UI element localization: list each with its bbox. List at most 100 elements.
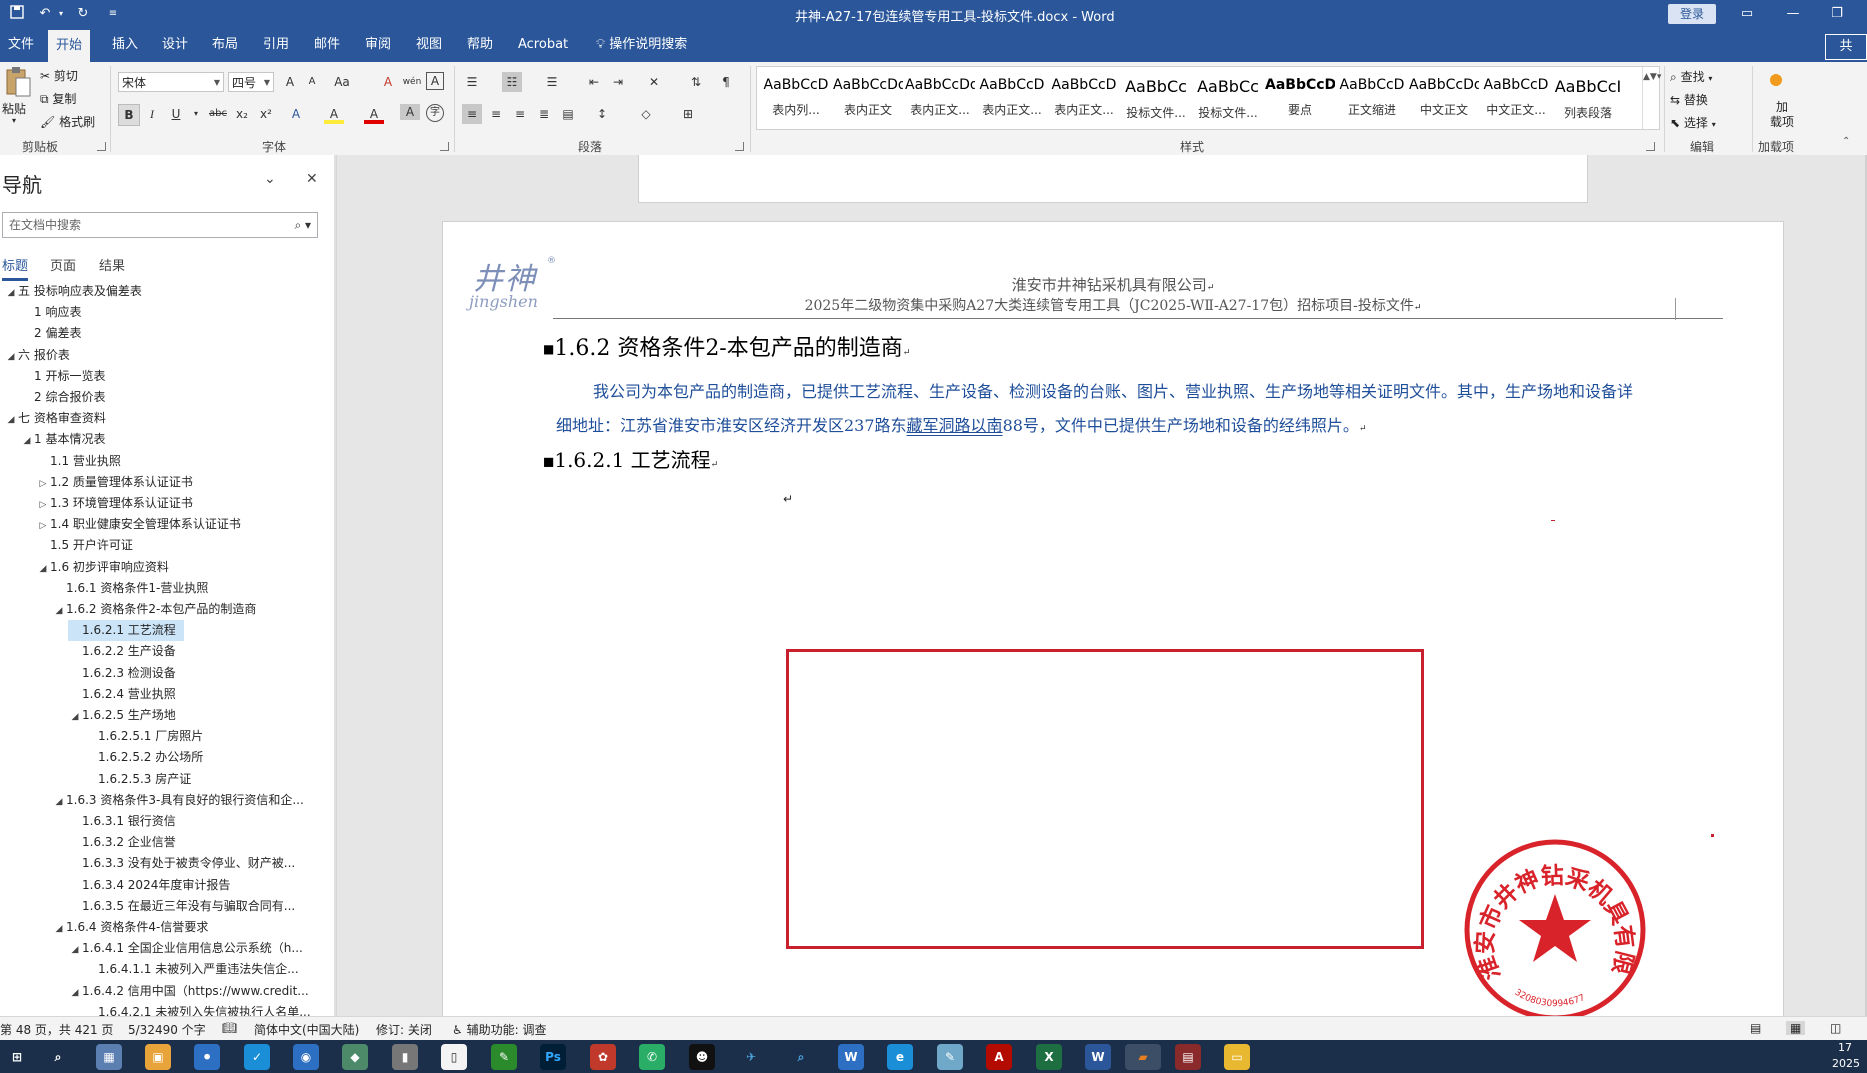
tab-headings[interactable]: 标题 [2,255,29,281]
phonetic-guide-icon[interactable]: wén [402,72,422,92]
tab-results[interactable]: 结果 [99,255,125,274]
expand-toggle-icon[interactable]: ◢ [68,983,82,1004]
styles-gallery-scroll[interactable]: ▲▼▾ [1642,67,1661,129]
character-shading-icon[interactable]: A [400,104,420,120]
tab-home[interactable]: 开始 [48,30,91,62]
nav-heading-item[interactable]: 1.6.3.1 银行资信 [68,811,176,832]
font-size-combo[interactable]: 四号 ▼ [228,72,274,92]
align-right-icon[interactable]: ≡ [510,104,530,124]
nav-heading-item[interactable]: ◢ 1.6.2 资格条件2-本包产品的制造商 [52,599,257,622]
vpn-icon[interactable]: W [838,1044,864,1070]
login-button[interactable]: 登录 [1668,4,1716,24]
accessibility-label[interactable]: 辅助功能: 调查 [467,1023,547,1037]
wechat-icon[interactable]: ✆ [639,1044,665,1070]
winrar-icon[interactable]: ▤ [1175,1044,1201,1070]
clock-date[interactable]: 2025 [1832,1057,1860,1070]
style-item[interactable]: AaBbCcD 表内列... [761,69,831,127]
nav-heading-item[interactable]: 1.6.3.4 2024年度审计报告 [68,875,230,896]
tab-help[interactable]: 帮助 [459,28,501,62]
nav-heading-item[interactable]: 1 响应表 [20,302,81,323]
expand-toggle-icon[interactable]: ◢ [52,792,66,813]
style-item[interactable]: AaBbCcD 要点 [1265,69,1335,127]
app-icon[interactable]: ◉ [293,1044,319,1070]
minimize-icon[interactable]: — [1778,4,1808,24]
nav-heading-item[interactable]: ▷ 1.4 职业健康安全管理体系认证证书 [36,514,241,535]
text-effects-icon[interactable]: A [286,104,306,124]
tab-references[interactable]: 引用 [255,28,297,62]
expand-toggle-icon[interactable]: ◢ [52,601,66,622]
language-indicator[interactable]: 简体中文(中国大陆) [254,1021,359,1038]
expand-toggle-icon[interactable]: ▷ [36,516,50,537]
tab-mailings[interactable]: 邮件 [306,28,348,62]
paste-icon[interactable] [4,66,32,100]
nav-heading-item[interactable]: 2 综合报价表 [20,387,105,408]
underline-dropdown-icon[interactable]: ▾ [186,104,206,124]
notes-icon[interactable]: ✎ [937,1044,963,1070]
subscript-button[interactable]: x₂ [232,104,252,124]
chinese-layout-icon[interactable]: ✕ [644,72,664,92]
copy-button[interactable]: ⧉ 复制 [40,90,76,107]
ribbon-display-options-icon[interactable]: ▭ [1732,4,1762,24]
tab-insert[interactable]: 插入 [104,28,146,62]
page-count[interactable]: 第 48 页，共 421 页 [0,1021,113,1038]
style-item[interactable]: AaBbCcD 中文正文... [1481,69,1551,127]
style-item[interactable]: AaBbCc 投标文件... [1121,69,1191,127]
font-launcher-icon[interactable] [440,142,449,151]
nav-heading-item[interactable]: 2 偏差表 [20,323,81,344]
expand-toggle-icon[interactable]: ▷ [36,474,50,495]
nav-heading-item[interactable]: ◢ 1.6.4.2 信用中国（https://www.credit... [68,981,309,1002]
nav-heading-item[interactable]: 1.6.4.1.1 未被列入严重违法失信企... [84,959,299,980]
style-item[interactable]: AaBbCcD 表内正文... [977,69,1047,127]
clear-formatting-icon[interactable]: A [378,72,398,92]
clipboard-launcher-icon[interactable] [97,142,106,151]
tab-layout[interactable]: 布局 [204,28,246,62]
replace-button[interactable]: ⇆ 替换 [1670,91,1708,108]
tab-view[interactable]: 视图 [408,28,450,62]
search-icon[interactable]: ⌕ ▾ [294,213,311,237]
style-item[interactable]: AaBbCcDdI 表内正文 [833,69,903,127]
tab-acrobat[interactable]: Acrobat [510,28,576,62]
qq-icon[interactable]: ☻ [689,1044,715,1070]
close-icon[interactable]: ✕ [306,171,318,187]
nav-heading-item[interactable]: ◢ 1.6.4.1 全国企业信用信息公示系统（h... [68,938,303,959]
font-name-combo[interactable]: 宋体 ▼ [118,72,224,92]
style-item[interactable]: AaBbCc 投标文件... [1193,69,1263,127]
add-ins-icon[interactable] [1770,74,1782,86]
undo-dropdown-icon[interactable]: ▾ [52,5,70,23]
nav-heading-item[interactable]: ◢ 1.6.3 资格条件3-具有良好的银行资信和企... [52,790,304,811]
nav-heading-item[interactable]: 1.6.1 资格条件1-营业执照 [52,578,208,599]
search-icon[interactable]: ⌕ [45,1044,71,1070]
word-count[interactable]: 5/32490 个字 [128,1021,206,1038]
collapse-ribbon-icon[interactable]: ⌃ [1842,136,1850,147]
nav-heading-item[interactable]: 1.6.2.1 工艺流程 [68,620,184,642]
photoshop-icon[interactable]: Ps [540,1044,566,1070]
calculator-icon[interactable]: ▦ [96,1044,122,1070]
style-item[interactable]: AaBbCcD 表内正文... [1049,69,1119,127]
nav-heading-item[interactable]: 1.5 开户许可证 [36,535,133,556]
print-layout-icon[interactable]: ▦ [1786,1021,1806,1035]
select-button[interactable]: ⬉ 选择 ▾ [1670,114,1716,131]
expand-toggle-icon[interactable]: ◢ [4,283,18,304]
document-page[interactable]: 井神 ® jingshen 淮安市井神钻采机具有限公司↵ 2025年二级物资集中… [442,221,1784,1016]
windows-start-icon[interactable]: ⊞ [4,1044,30,1070]
font-color-icon[interactable]: A [364,104,384,124]
word-icon[interactable]: W [1085,1044,1111,1070]
show-formatting-marks-icon[interactable]: ¶ [716,72,736,92]
nav-heading-item[interactable]: 1.6.2.5.1 厂房照片 [84,726,203,747]
expand-toggle-icon[interactable]: ◢ [4,410,18,431]
superscript-button[interactable]: x² [256,104,276,124]
nav-heading-item[interactable]: ◢ 七 资格审查资料 [4,408,106,429]
nav-options-chevron-icon[interactable]: ⌄ [264,171,276,187]
nav-heading-item[interactable]: 1.6.3.2 企业信誉 [68,832,176,853]
nav-heading-item[interactable]: 1.6.2.5.3 房产证 [84,769,191,790]
nav-heading-item[interactable]: 1.6.2.2 生产设备 [68,641,176,662]
style-item[interactable]: AaBbCcD 正文缩进 [1337,69,1407,127]
justify-icon[interactable]: ≣ [534,104,554,124]
web-layout-icon[interactable]: ◫ [1830,1021,1841,1035]
redo-icon[interactable]: ↻ [74,5,92,23]
read-mode-icon[interactable]: ▤ [1750,1021,1761,1035]
nav-scrollbar[interactable] [334,155,336,1016]
nav-heading-item[interactable]: 1.1 营业执照 [36,451,121,472]
align-center-icon[interactable]: ≡ [486,104,506,124]
restore-icon[interactable]: ❐ [1822,4,1852,24]
